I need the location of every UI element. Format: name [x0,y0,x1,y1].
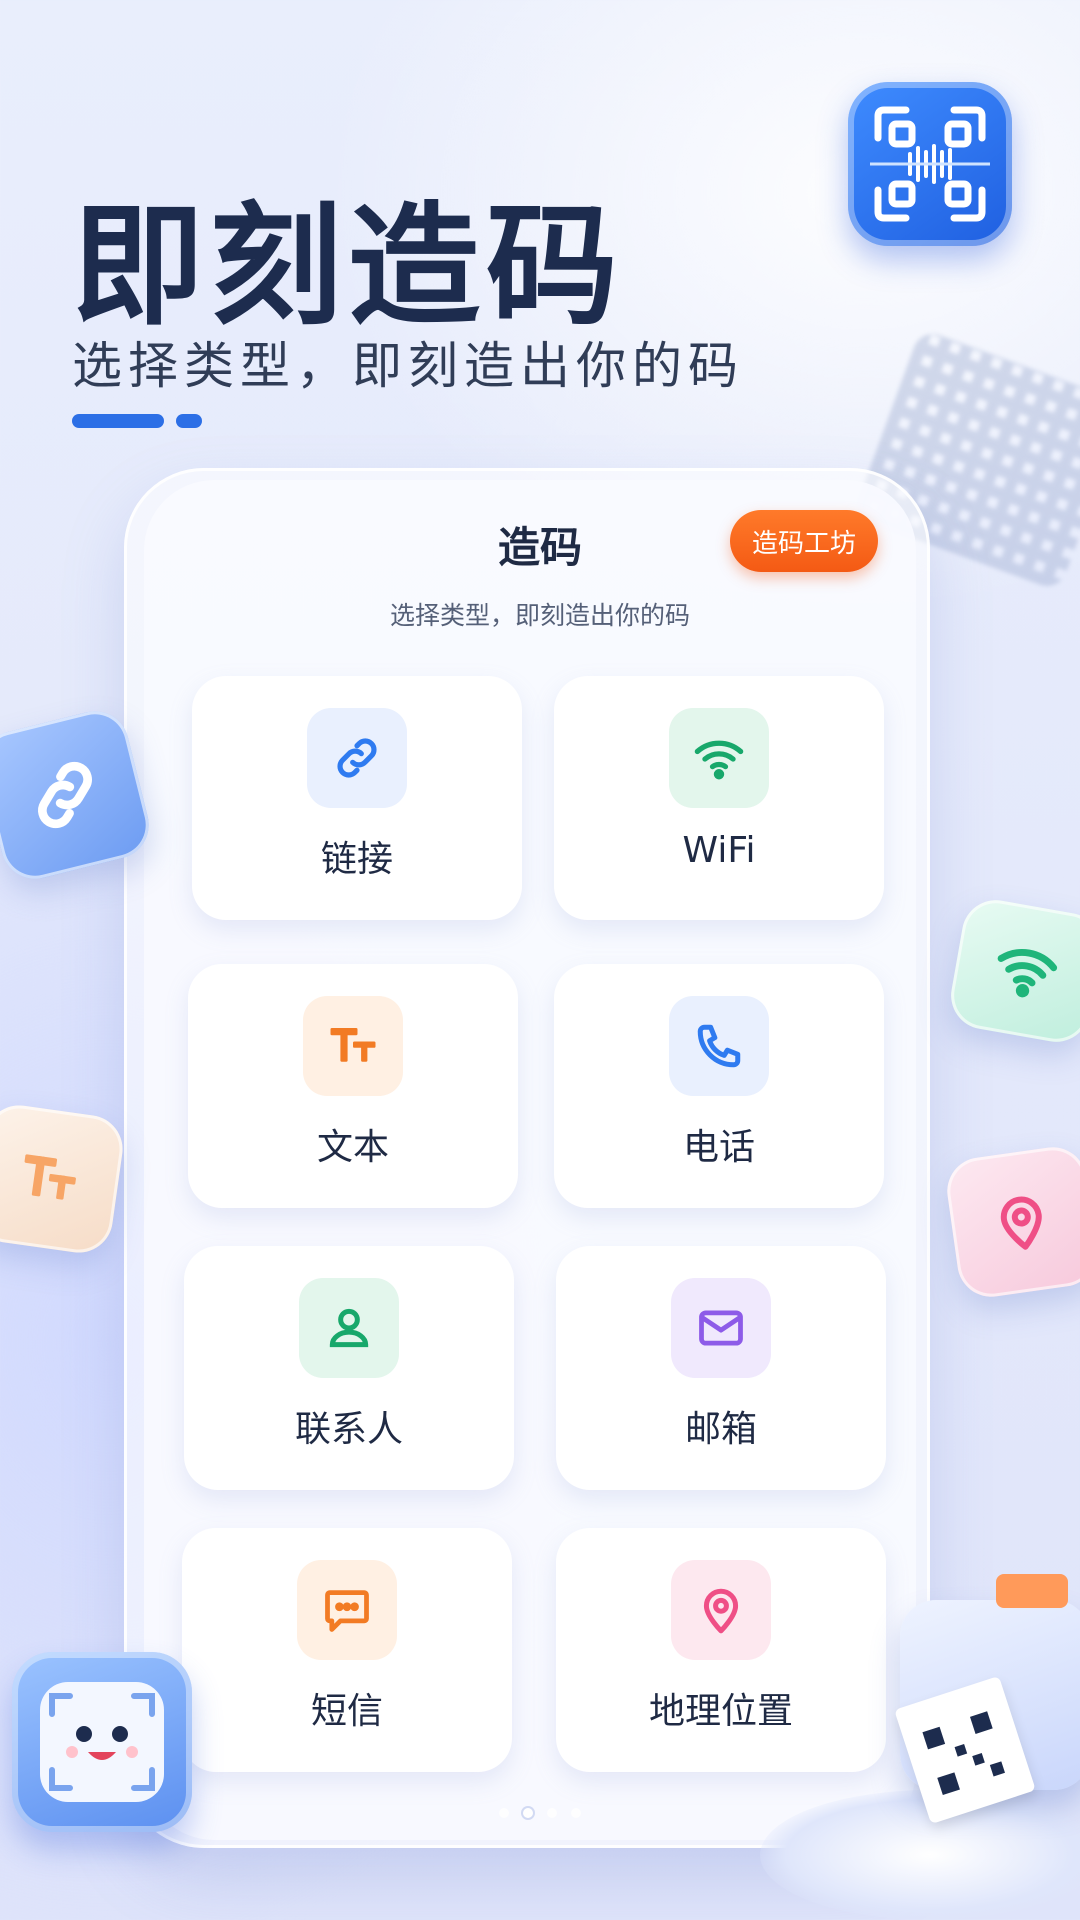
floating-wifi-icon [945,894,1080,1048]
type-card-label: 文本 [316,1127,389,1168]
hero-subtitle: 选择类型，即刻造出你的码 [72,337,744,395]
sms-icon [297,1560,397,1660]
type-card-contact[interactable]: 联系人 [184,1246,514,1490]
type-card-label: 短信 [310,1691,383,1732]
type-card-label: 联系人 [294,1409,403,1450]
type-card-email[interactable]: 邮箱 [556,1246,886,1490]
contact-icon [299,1278,399,1378]
qr-printer-illustration [894,1574,1080,1825]
mail-icon [671,1278,771,1378]
app-logo-qr-scan-icon [848,82,1012,246]
floating-text-icon [0,1101,127,1257]
type-card-label: WiFi [682,830,756,871]
text-icon [303,996,403,1096]
panel-title: 造码 [497,523,582,572]
hero-title: 即刻造码 [72,190,624,344]
qr-mascot-illustration [12,1652,192,1832]
panel-subtitle: 选择类型，即刻造出你的码 [389,601,690,630]
type-card-label: 邮箱 [684,1409,757,1450]
location-icon [671,1560,771,1660]
type-card-location[interactable]: 地理位置 [556,1528,886,1772]
type-card-label: 地理位置 [648,1691,793,1732]
type-card-sms[interactable]: 短信 [182,1528,512,1772]
pedestal-decoration [760,1790,1080,1920]
floating-location-icon [942,1142,1080,1302]
phone-icon [669,996,769,1096]
type-card-label: 电话 [682,1127,755,1168]
type-card-link[interactable]: 链接 [192,676,522,920]
code-workshop-button[interactable]: 造码工坊 [730,510,878,572]
link-icon [307,708,407,808]
type-card-wifi[interactable]: WiFi [554,676,884,920]
type-card-text[interactable]: 文本 [188,964,518,1208]
hero-accent-bars [72,414,202,428]
type-card-label: 链接 [320,839,393,880]
type-card-phone[interactable]: 电话 [554,964,884,1208]
wifi-icon [669,708,769,808]
